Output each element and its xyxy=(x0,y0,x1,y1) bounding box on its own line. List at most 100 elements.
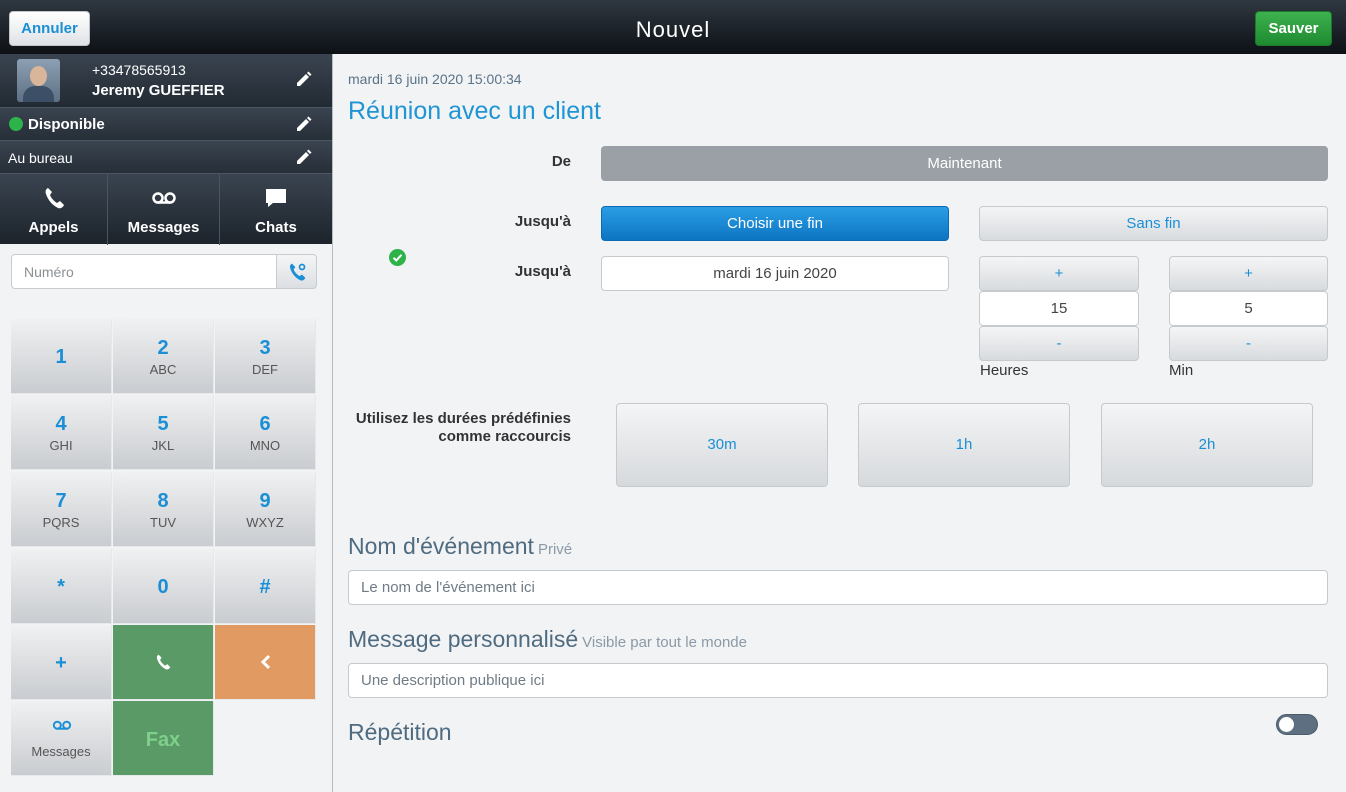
voicemail-key-label: Messages xyxy=(31,744,91,759)
contacts-call-button[interactable] xyxy=(276,254,317,289)
shortcut-2h-button[interactable]: 2h xyxy=(1101,403,1313,487)
hours-label: Heures xyxy=(980,362,1029,379)
from-value[interactable]: Maintenant xyxy=(601,146,1328,181)
event-name-section: Nom d'événement Privé xyxy=(348,533,572,560)
profile-header: +33478565913 Jeremy GUEFFIER xyxy=(0,54,332,107)
save-button[interactable]: Sauver xyxy=(1255,11,1332,46)
message-sub: Visible par tout le monde xyxy=(582,634,747,651)
key-plus[interactable]: + xyxy=(11,625,112,700)
from-label: De xyxy=(551,153,571,170)
profile-phone: +33478565913 xyxy=(92,62,186,78)
key-5[interactable]: 5 JKL xyxy=(113,395,214,470)
backspace-button[interactable] xyxy=(215,625,316,700)
voicemail-key[interactable]: Messages xyxy=(11,701,112,776)
key-letters: TUV xyxy=(150,515,176,530)
tab-label: Chats xyxy=(255,219,297,236)
key-digit: # xyxy=(259,576,271,598)
check-icon xyxy=(389,249,406,266)
location-label: Au bureau xyxy=(8,150,73,166)
choose-end-button[interactable]: Choisir une fin xyxy=(601,206,949,241)
status-label: Disponible xyxy=(28,116,105,133)
shortcut-30m-button[interactable]: 30m xyxy=(616,403,828,487)
main-panel: mardi 16 juin 2020 15:00:34 Réunion avec… xyxy=(334,54,1346,792)
tab-label: Appels xyxy=(28,219,79,236)
key-6[interactable]: 6 MNO xyxy=(215,395,316,470)
avatar xyxy=(17,59,60,102)
key-letters: PQRS xyxy=(42,515,80,530)
status-row[interactable]: Disponible xyxy=(0,107,332,140)
top-bar: Annuler Nouvel Sauver xyxy=(0,0,1346,54)
voicemail-icon xyxy=(52,720,72,730)
hours-value[interactable]: 15 xyxy=(979,291,1139,326)
key-digit: 5 xyxy=(157,413,169,435)
key-digit: 4 xyxy=(55,413,67,435)
phone-lookup-icon xyxy=(290,263,306,281)
minutes-label: Min xyxy=(1169,362,1194,379)
key-digit: 8 xyxy=(157,490,169,512)
fax-button[interactable]: Fax xyxy=(113,701,214,776)
key-2[interactable]: 2 ABC xyxy=(113,319,214,394)
key-digit: 7 xyxy=(55,490,67,512)
shortcuts-label-line2: comme raccourcis xyxy=(438,428,571,445)
tab-chats[interactable]: Chats xyxy=(220,174,332,245)
nav-tabs: Appels Messages Chats xyxy=(0,173,332,245)
minutes-plus-button[interactable]: + xyxy=(1169,256,1328,291)
message-title: Message personnalisé xyxy=(348,626,579,652)
key-digit: 2 xyxy=(157,337,169,359)
page-title: Nouvel xyxy=(635,17,711,42)
profile-name: Jeremy GUEFFIER xyxy=(92,82,225,99)
key-8[interactable]: 8 TUV xyxy=(113,472,214,547)
key-star[interactable]: * xyxy=(11,549,112,624)
event-name-sub: Privé xyxy=(537,541,573,558)
shortcut-1h-button[interactable]: 1h xyxy=(858,403,1070,487)
event-name-title: Nom d'événement xyxy=(348,533,534,559)
event-date: mardi 16 juin 2020 15:00:34 xyxy=(348,71,522,87)
key-digit: 1 xyxy=(55,346,67,368)
key-9[interactable]: 9 WXYZ xyxy=(215,472,316,547)
key-1[interactable]: 1 xyxy=(11,319,112,394)
key-digit: + xyxy=(55,652,67,674)
voicemail-icon xyxy=(151,192,176,204)
key-hash[interactable]: # xyxy=(215,549,316,624)
tab-appels[interactable]: Appels xyxy=(0,174,108,245)
chevron-left-icon xyxy=(260,654,271,670)
key-7[interactable]: 7 PQRS xyxy=(11,472,112,547)
key-digit: * xyxy=(57,576,65,598)
phone-icon xyxy=(156,654,171,670)
tab-messages[interactable]: Messages xyxy=(108,174,220,245)
no-end-button[interactable]: Sans fin xyxy=(979,206,1328,241)
repeat-toggle[interactable] xyxy=(1276,714,1318,735)
end-date-field[interactable]: mardi 16 juin 2020 xyxy=(601,256,949,291)
until-label-2: Jusqu'à xyxy=(514,263,571,280)
minutes-minus-button[interactable]: - xyxy=(1169,326,1328,361)
call-button[interactable] xyxy=(113,625,214,700)
key-0[interactable]: 0 xyxy=(113,549,214,624)
edit-status-icon[interactable] xyxy=(295,115,313,133)
message-section: Message personnalisé Visible par tout le … xyxy=(348,626,747,653)
key-letters: WXYZ xyxy=(246,515,284,530)
message-input[interactable] xyxy=(348,663,1328,698)
minutes-value[interactable]: 5 xyxy=(1169,291,1328,326)
key-letters: MNO xyxy=(249,438,281,453)
key-digit: 6 xyxy=(259,413,271,435)
key-4[interactable]: 4 GHI xyxy=(11,395,112,470)
key-letters: DEF xyxy=(252,362,278,377)
key-letters: JKL xyxy=(151,438,175,453)
sidebar: +33478565913 Jeremy GUEFFIER Disponible … xyxy=(0,54,333,792)
repeat-title: Répétition xyxy=(348,719,452,745)
edit-profile-icon[interactable] xyxy=(295,70,313,88)
key-digit: 9 xyxy=(259,490,271,512)
until-label: Jusqu'à xyxy=(514,213,571,230)
number-input[interactable] xyxy=(11,254,277,289)
hours-plus-button[interactable]: + xyxy=(979,256,1139,291)
phone-icon xyxy=(45,188,64,209)
fax-label: Fax xyxy=(145,729,181,751)
check-icon xyxy=(9,117,23,131)
tab-label: Messages xyxy=(127,219,200,236)
key-3[interactable]: 3 DEF xyxy=(215,319,316,394)
edit-location-icon[interactable] xyxy=(295,148,313,166)
hours-minus-button[interactable]: - xyxy=(979,326,1139,361)
event-name-input[interactable] xyxy=(348,570,1328,605)
event-heading: Réunion avec un client xyxy=(348,97,601,125)
location-row[interactable]: Au bureau xyxy=(0,140,332,173)
